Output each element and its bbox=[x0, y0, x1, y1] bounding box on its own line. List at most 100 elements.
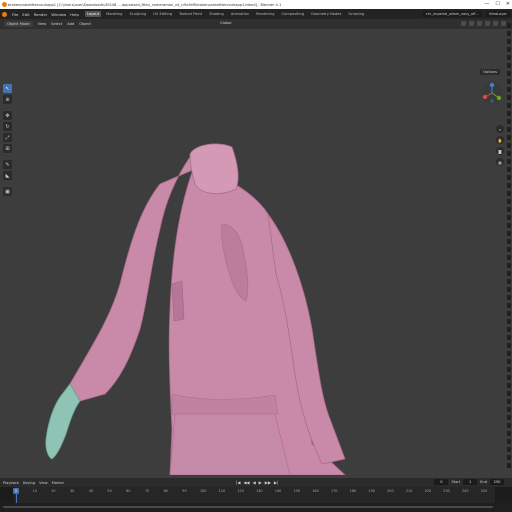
sidebar-tab[interactable] bbox=[507, 359, 511, 364]
sidebar-tab[interactable] bbox=[507, 71, 511, 76]
sidebar-tab[interactable] bbox=[507, 295, 511, 300]
sidebar-tab[interactable] bbox=[507, 319, 511, 324]
sidebar-tab[interactable] bbox=[507, 279, 511, 284]
play-reverse-icon[interactable]: ◀ bbox=[253, 480, 256, 485]
scale-tool-icon[interactable]: ⤢ bbox=[3, 133, 12, 142]
sidebar-tab[interactable] bbox=[507, 111, 511, 116]
sidebar-tab[interactable] bbox=[507, 239, 511, 244]
sidebar-tab[interactable] bbox=[507, 367, 511, 372]
sidebar-tab[interactable] bbox=[507, 119, 511, 124]
transform-orientation-dropdown[interactable]: Global bbox=[220, 21, 231, 25]
tab-sculpting[interactable]: Sculpting bbox=[127, 11, 148, 17]
jump-end-icon[interactable]: ▶| bbox=[274, 480, 278, 485]
tab-modeling[interactable]: Modeling bbox=[104, 11, 124, 17]
menu-render[interactable]: Render bbox=[34, 12, 48, 17]
sidebar-tab[interactable] bbox=[507, 63, 511, 68]
tab-rendering[interactable]: Rendering bbox=[254, 11, 276, 17]
tab-scripting[interactable]: Scripting bbox=[346, 11, 366, 17]
sidebar-tab[interactable] bbox=[507, 135, 511, 140]
sidebar-tab[interactable] bbox=[507, 247, 511, 252]
wireframe-shading-icon[interactable] bbox=[477, 21, 482, 26]
sidebar-tab[interactable] bbox=[507, 423, 511, 428]
sidebar-tab[interactable] bbox=[507, 175, 511, 180]
close-button[interactable]: ✕ bbox=[506, 1, 510, 7]
menu-marker[interactable]: Marker bbox=[52, 481, 64, 485]
pan-icon[interactable]: ✋ bbox=[496, 136, 504, 144]
gizmo-neg-z-ball[interactable] bbox=[490, 99, 494, 103]
sidebar-tab[interactable] bbox=[507, 343, 511, 348]
tab-texture-paint[interactable]: Texture Paint bbox=[177, 11, 204, 17]
sidebar-tab[interactable] bbox=[507, 79, 511, 84]
sidebar-tab[interactable] bbox=[507, 271, 511, 276]
sidebar-tab[interactable] bbox=[507, 103, 511, 108]
sidebar-tab[interactable] bbox=[507, 327, 511, 332]
blender-menu-icon[interactable] bbox=[2, 11, 7, 17]
sidebar-tab[interactable] bbox=[507, 351, 511, 356]
menu-edit[interactable]: Edit bbox=[22, 12, 29, 17]
sidebar-tab[interactable] bbox=[507, 199, 511, 204]
tab-geometry-nodes[interactable]: Geometry Nodes bbox=[309, 11, 343, 17]
sidebar-tab[interactable] bbox=[507, 263, 511, 268]
sidebar-tab[interactable] bbox=[507, 31, 511, 36]
sidebar-tab[interactable] bbox=[507, 311, 511, 316]
tab-shading[interactable]: Shading bbox=[207, 11, 226, 17]
solid-shading-icon[interactable] bbox=[485, 21, 490, 26]
overlay-icon[interactable] bbox=[461, 21, 466, 26]
sidebar-tab[interactable] bbox=[507, 399, 511, 404]
camera-view-icon[interactable]: ◙ bbox=[496, 147, 504, 155]
view-layer-field[interactable]: ViewLayer bbox=[485, 11, 510, 17]
jump-start-icon[interactable]: |◀ bbox=[236, 480, 240, 485]
tab-animation[interactable]: Animation bbox=[229, 11, 251, 17]
menu-object[interactable]: Object bbox=[79, 22, 91, 26]
hand-model[interactable] bbox=[45, 383, 81, 460]
sidebar-tab[interactable] bbox=[507, 431, 511, 436]
sidebar-tab[interactable] bbox=[507, 95, 511, 100]
sidebar-tab[interactable] bbox=[507, 439, 511, 444]
sidebar-tab[interactable] bbox=[507, 191, 511, 196]
sidebar-tab[interactable] bbox=[507, 55, 511, 60]
sidebar-tab[interactable] bbox=[507, 231, 511, 236]
annotate-tool-icon[interactable]: ✎ bbox=[3, 160, 12, 169]
measure-tool-icon[interactable]: ◣ bbox=[3, 171, 12, 180]
jacket-model[interactable] bbox=[69, 143, 346, 475]
menu-timeline-view[interactable]: View bbox=[39, 481, 48, 485]
sidebar-tab[interactable] bbox=[507, 39, 511, 44]
select-box-tool-icon[interactable]: ↖ bbox=[3, 84, 12, 93]
menu-add[interactable]: Add bbox=[67, 22, 74, 26]
sidebar-tab[interactable] bbox=[507, 375, 511, 380]
move-tool-icon[interactable]: ✥ bbox=[3, 111, 12, 120]
sidebar-tab[interactable] bbox=[507, 143, 511, 148]
menu-select[interactable]: Select bbox=[51, 22, 62, 26]
material-shading-icon[interactable] bbox=[493, 21, 498, 26]
zoom-icon[interactable]: ⌕ bbox=[496, 125, 504, 133]
rotate-tool-icon[interactable]: ↻ bbox=[3, 122, 12, 131]
menu-view[interactable]: View bbox=[38, 22, 47, 26]
timeline-area[interactable]: 10 20 30 40 50 60 70 80 90 100 110 120 130 140 150 160 1… bbox=[0, 487, 512, 503]
sidebar-tab[interactable] bbox=[507, 207, 511, 212]
menu-help[interactable]: Help bbox=[70, 12, 79, 17]
sidebar-tab[interactable] bbox=[507, 383, 511, 388]
navigation-gizmo[interactable] bbox=[480, 81, 504, 119]
menu-playback[interactable]: Playback bbox=[3, 481, 19, 485]
options-dropdown[interactable]: Options bbox=[480, 69, 500, 75]
sidebar-tab[interactable] bbox=[507, 335, 511, 340]
menu-file[interactable]: File bbox=[12, 12, 18, 17]
play-icon[interactable]: ▶ bbox=[259, 480, 262, 485]
playhead[interactable]: 0 bbox=[13, 488, 19, 494]
sidebar-tab[interactable] bbox=[507, 23, 511, 28]
frame-ruler[interactable]: 10 20 30 40 50 60 70 80 90 100 110 120 130 140 150 160 1… bbox=[0, 487, 512, 494]
perspective-toggle-icon[interactable]: ▦ bbox=[496, 158, 504, 166]
sidebar-tab[interactable] bbox=[507, 47, 511, 52]
tab-uv-editing[interactable]: UV Editing bbox=[151, 11, 174, 17]
sidebar-tab[interactable] bbox=[507, 167, 511, 172]
sidebar-tab[interactable] bbox=[507, 159, 511, 164]
sidebar-tab[interactable] bbox=[507, 463, 511, 468]
minimize-button[interactable]: — bbox=[484, 1, 489, 7]
3d-viewport[interactable]: ↖ ⊕ ✥ ↻ ⤢ ⊞ ✎ ◣ ▣ Options ⌕ ✋ ◙ ▦ bbox=[0, 29, 512, 475]
sidebar-tab[interactable] bbox=[507, 215, 511, 220]
sidebar-tab[interactable] bbox=[507, 415, 511, 420]
jump-keyframe-forward-icon[interactable]: ▶▶ bbox=[265, 480, 271, 485]
transform-tool-icon[interactable]: ⊞ bbox=[3, 144, 12, 153]
xray-icon[interactable] bbox=[469, 21, 474, 26]
tab-layout[interactable]: Layout bbox=[84, 11, 102, 17]
